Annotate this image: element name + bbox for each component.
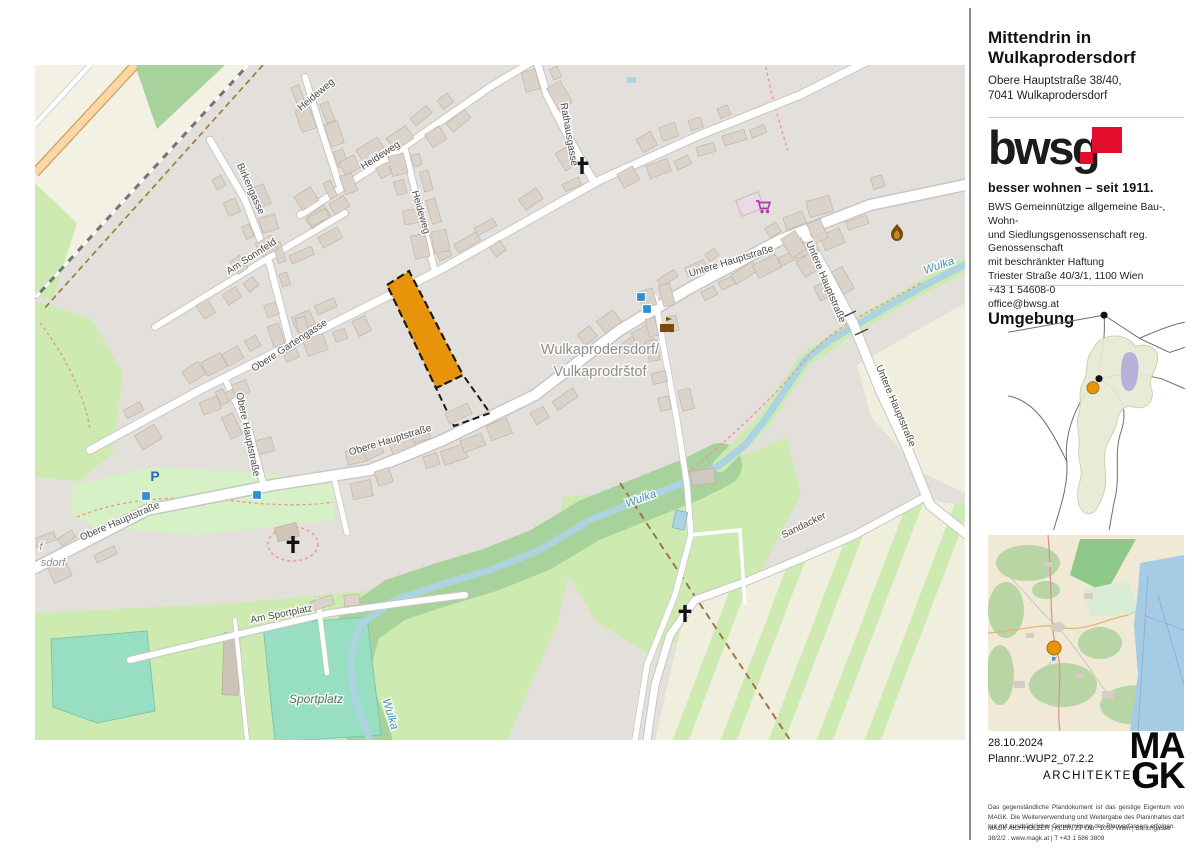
umgebung-schematic-map: [1008, 300, 1185, 532]
divider-2: [988, 285, 1184, 286]
bus-stop-icon: [142, 492, 151, 501]
site-marker: [1087, 382, 1099, 394]
map-canvas: P HeidewegHeidewegHeidewegBirkengasseRat…: [35, 65, 965, 740]
project-address: Obere Hauptstraße 38/40, 7041 Wulkaprode…: [988, 74, 1184, 104]
magk-logo: MA GK: [1129, 731, 1184, 792]
plan-imprint: MAGK AICHHOLZER | KLEIN ZT OG . 1030 Wie…: [988, 824, 1184, 843]
map-label: sdorf: [41, 557, 66, 569]
municipality-outline: [1077, 336, 1157, 514]
parking-icon: P: [150, 468, 159, 484]
map-label: Vulkaprodrštof: [554, 364, 648, 380]
map-label: Wulkaprodersdorf/: [541, 342, 660, 358]
bwsg-logo: bwsg: [988, 126, 1184, 184]
bwsg-logo-square-big: [1092, 127, 1122, 153]
bus-stop-icon: [637, 293, 646, 302]
map-label: Sportplatz: [289, 692, 343, 706]
bus-stop-icon: [643, 305, 652, 314]
sidebar-divider: [969, 8, 971, 840]
bwsg-description: BWS Gemeinnützige allgemeine Bau-, Wohn-…: [988, 201, 1184, 312]
thumbnail-site-marker: [1047, 641, 1061, 655]
site-plan-map: P HeidewegHeidewegHeidewegBirkengasseRat…: [35, 65, 965, 740]
bwsg-tagline: besser wohnen – seit 1911.: [988, 181, 1184, 195]
town-dot-north: [1101, 312, 1108, 319]
town-dot-site: [1095, 375, 1102, 382]
project-title: Mittendrin in Wulkaprodersdorf: [988, 28, 1184, 68]
bus-stop-icon: [253, 491, 262, 500]
bwsg-logo-square-small: [1080, 152, 1093, 164]
bwsg-wordmark: bwsg: [988, 121, 1098, 174]
thumbnail-blue-marker: [1052, 657, 1056, 661]
architekten-label: ARCHITEKTEN: [1043, 770, 1142, 782]
divider-1: [988, 117, 1184, 118]
svg-text:P: P: [150, 468, 159, 484]
region-map-thumbnail: [988, 535, 1184, 731]
